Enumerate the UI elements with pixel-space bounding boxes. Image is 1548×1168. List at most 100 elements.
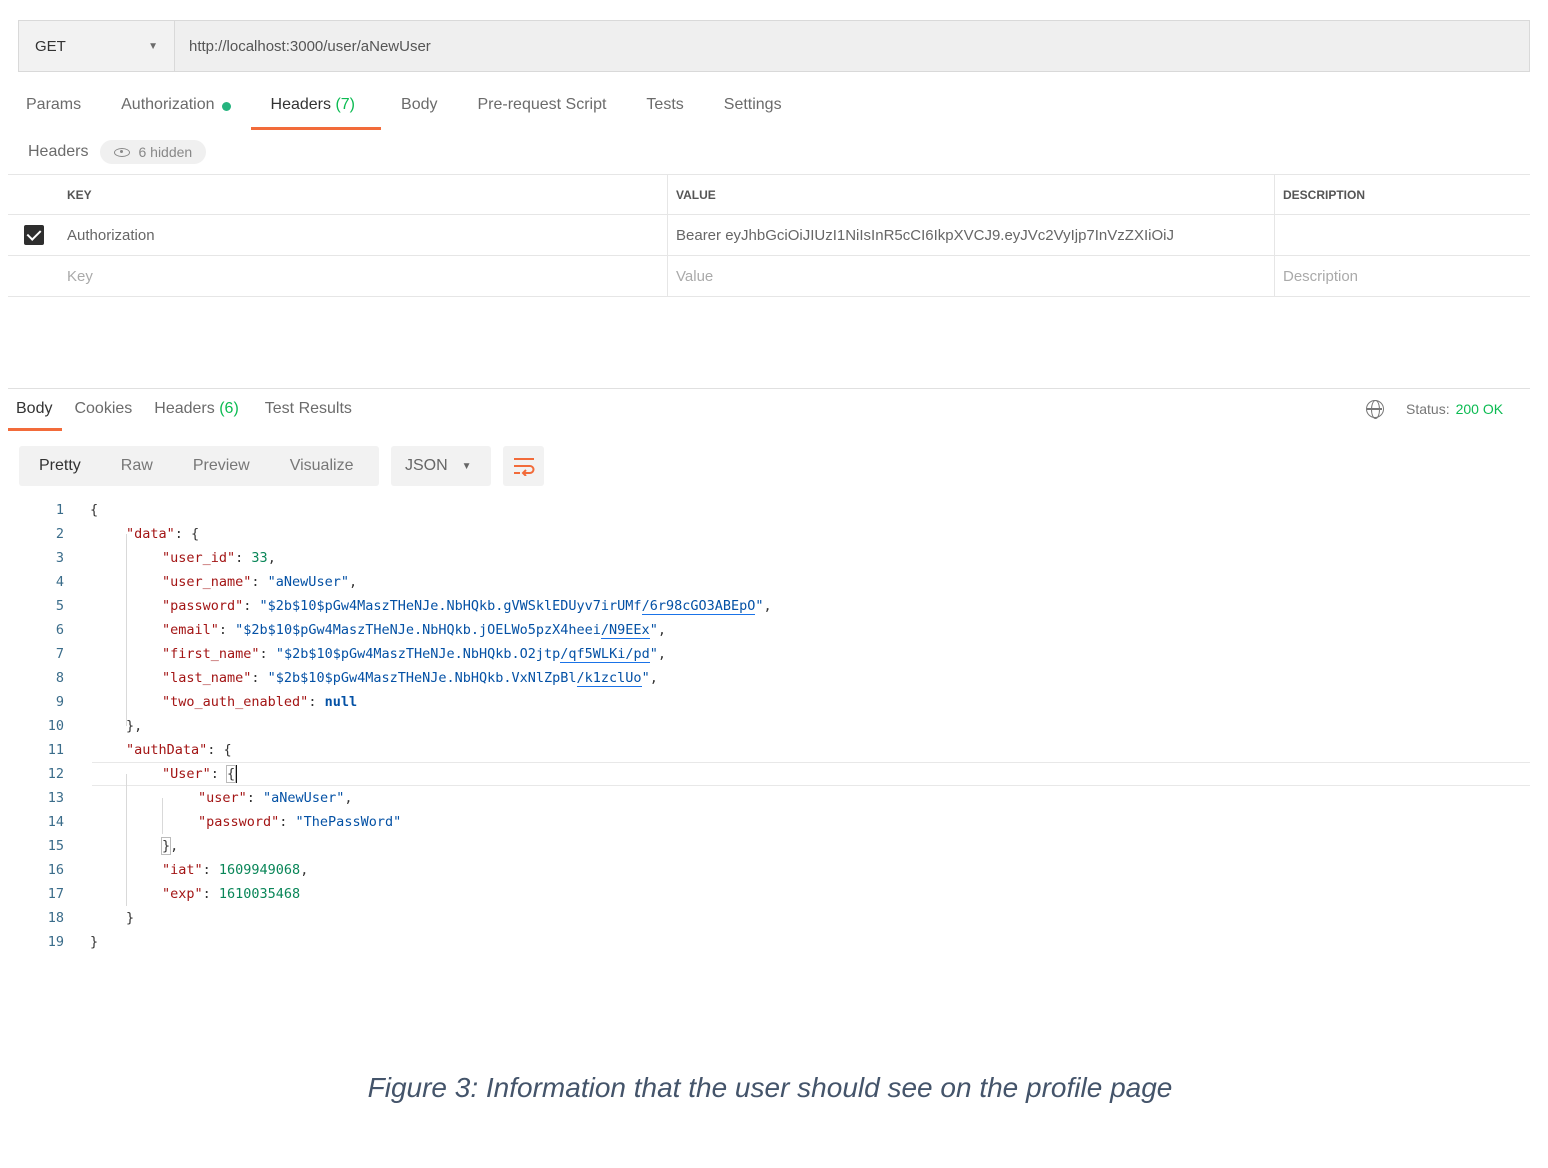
code-line: 4 "user_name": "aNewUser", [0, 570, 1530, 594]
json-string: "ThePassWord" [295, 814, 402, 830]
json-key: "data" [126, 526, 175, 542]
code-text: "iat": 1609949068, [162, 862, 309, 878]
view-visualize-button[interactable]: Visualize [270, 457, 374, 475]
response-tab-body[interactable]: Body [7, 400, 64, 432]
text-caret [235, 765, 238, 783]
eye-icon [114, 147, 131, 157]
response-tab-test-results[interactable]: Test Results [265, 400, 352, 432]
code-line: 2 "data": { [0, 522, 1530, 546]
json-string-link[interactable]: /N9EEx [600, 622, 650, 639]
code-line: 13 "user": "aNewUser", [0, 786, 1530, 810]
code-text: } [126, 910, 134, 926]
format-select[interactable]: JSON ▼ [391, 446, 491, 486]
json-key: "iat" [162, 862, 203, 878]
header-key-cell[interactable]: Authorization [59, 215, 667, 255]
code-text: } [90, 934, 98, 950]
code-text: "user_name": "aNewUser", [162, 574, 358, 590]
hidden-headers-toggle[interactable]: 6 hidden [100, 140, 207, 164]
code-text: "user_id": 33, [162, 550, 276, 566]
tab-params-label: Params [26, 96, 82, 113]
brace: } [126, 910, 135, 926]
request-tabs: Params Authorization Headers (7) Body Pr… [26, 96, 822, 130]
json-null: null [324, 694, 358, 710]
checkbox-column-header [8, 175, 59, 214]
json-string-link[interactable]: /qf5WLKi/pd [560, 646, 650, 663]
response-divider [8, 388, 1530, 389]
tab-headers[interactable]: Headers (7) [250, 96, 381, 130]
tab-prerequest-label: Pre-request Script [477, 96, 607, 113]
header-description-cell[interactable] [1274, 215, 1530, 255]
code-text: "first_name": "$2b$10$pGw4MaszTHeNJe.NbH… [162, 646, 666, 663]
json-string-link[interactable]: /6r98cGO3ABEpO [641, 598, 756, 615]
headers-table: KEY VALUE DESCRIPTION Authorization Bear… [8, 174, 1530, 297]
tab-settings-label: Settings [723, 96, 782, 113]
figure-caption: Figure 3: Information that the user shou… [367, 1072, 1173, 1103]
code-line: 17 "exp": 1610035468 [0, 882, 1530, 906]
line-number: 3 [55, 550, 64, 566]
tab-prerequest-script[interactable]: Pre-request Script [477, 96, 606, 130]
new-value-input[interactable]: Value [667, 256, 1274, 296]
line-number: 17 [47, 886, 64, 902]
tab-body-label: Body [401, 96, 438, 113]
view-preview-button[interactable]: Preview [173, 457, 270, 475]
new-key-input[interactable]: Key [59, 256, 667, 296]
response-tab-cookies[interactable]: Cookies [74, 400, 132, 432]
line-number: 19 [47, 934, 64, 950]
json-key: "user_name" [162, 574, 252, 590]
line-number: 10 [47, 718, 64, 734]
chevron-down-icon: ▼ [148, 40, 158, 52]
wrap-lines-button[interactable] [503, 446, 544, 486]
line-number: 7 [55, 646, 64, 662]
tab-headers-label: Headers [270, 96, 331, 113]
view-pretty-button[interactable]: Pretty [19, 457, 101, 475]
headers-title: Headers [28, 143, 89, 160]
view-mode-switcher: Pretty Raw Preview Visualize [19, 446, 379, 486]
code-text: "user": "aNewUser", [198, 790, 353, 806]
code-line: 16 "iat": 1609949068, [0, 858, 1530, 882]
tab-body[interactable]: Body [401, 96, 437, 130]
globe-icon[interactable] [1366, 400, 1384, 419]
tab-tests[interactable]: Tests [646, 96, 683, 130]
json-key: "last_name" [162, 670, 252, 686]
json-key: "User" [162, 766, 211, 782]
response-tab-headers[interactable]: Headers (6) [154, 400, 239, 432]
table-header-row: KEY VALUE DESCRIPTION [8, 174, 1530, 215]
code-line: 1{ [0, 498, 1530, 522]
json-key: "two_auth_enabled" [162, 694, 309, 710]
key-column-header: KEY [67, 187, 92, 202]
header-enabled-checkbox[interactable] [23, 225, 44, 245]
json-string: "$2b$10$pGw4MaszTHeNJe.NbHQkb.VxNlZpBl [267, 670, 577, 686]
brace: } [90, 934, 99, 950]
tab-params[interactable]: Params [26, 96, 81, 130]
method-select[interactable]: GET ▼ [19, 21, 175, 71]
code-text: "last_name": "$2b$10$pGw4MaszTHeNJe.NbHQ… [162, 670, 658, 687]
tab-settings[interactable]: Settings [724, 96, 782, 130]
code-line: 5 "password": "$2b$10$pGw4MaszTHeNJe.NbHQ… [0, 594, 1530, 618]
new-description-input[interactable]: Description [1274, 256, 1530, 296]
view-raw-button[interactable]: Raw [101, 457, 173, 475]
response-tab-headers-count: (6) [219, 400, 239, 417]
header-value-cell[interactable]: Bearer eyJhbGciOiJIUzI1NiIsInR5cCI6IkpXV… [667, 215, 1274, 255]
tab-tests-label: Tests [646, 96, 684, 113]
response-status: Status: 200 OK [1366, 400, 1503, 419]
json-key: "first_name" [162, 646, 260, 662]
tab-authorization[interactable]: Authorization [121, 96, 231, 130]
code-line: 8 "last_name": "$2b$10$pGw4MaszTHeNJe.NbH… [0, 666, 1530, 690]
row-checkbox-cell-empty [8, 256, 59, 296]
method-label: GET [35, 37, 66, 55]
json-number: 1609949068 [218, 862, 301, 878]
line-number: 8 [55, 670, 64, 686]
json-string-link[interactable]: /k1zclUo [576, 670, 642, 687]
chevron-down-icon: ▼ [461, 460, 472, 472]
json-key: "user_id" [162, 550, 236, 566]
response-tabs: Body Cookies Headers (6) Test Results [7, 400, 374, 432]
line-number: 4 [55, 574, 64, 590]
json-key: "email" [162, 622, 219, 638]
line-number: 14 [47, 814, 64, 830]
wrap-lines-icon [513, 458, 534, 476]
code-line: 9 "two_auth_enabled": null [0, 690, 1530, 714]
code-text: }, [126, 718, 143, 734]
response-body-code[interactable]: 1{ 2 "data": { 3 "user_id": 33, 4 "user_nam… [0, 498, 1530, 954]
url-input[interactable]: http://localhost:3000/user/aNewUser [175, 21, 1529, 71]
code-line: 15}, [0, 834, 1530, 858]
